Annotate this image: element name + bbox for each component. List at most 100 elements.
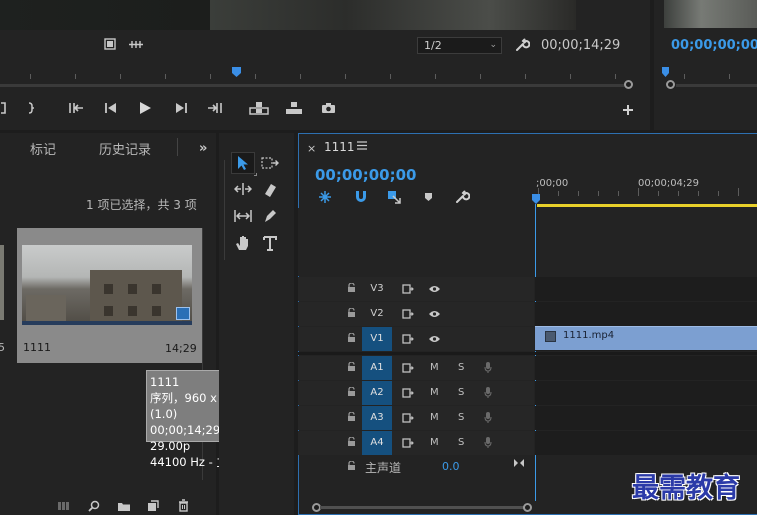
panel-overflow-icon[interactable]: » [199, 141, 207, 156]
lift-icon[interactable] [249, 101, 269, 115]
track-header-a3[interactable] [298, 406, 534, 430]
track-name-a3[interactable]: A3 [362, 406, 392, 430]
program-zoom-handle[interactable] [624, 80, 633, 89]
lock-icon[interactable] [347, 387, 356, 397]
tab-history[interactable]: 历史记录 [99, 139, 151, 158]
tab-menu-icon[interactable] [357, 141, 367, 150]
eye-icon[interactable] [428, 285, 441, 293]
project-item-left-thumbnail[interactable] [0, 245, 4, 320]
track-select-tool[interactable] [258, 152, 282, 174]
source-zoom-scrollbar[interactable] [676, 84, 757, 87]
go-to-in-icon[interactable] [68, 102, 84, 114]
tab-markers[interactable]: 标记 [30, 139, 56, 158]
go-to-edit-point-icon[interactable] [513, 458, 525, 468]
track-name-v3[interactable]: V3 [362, 277, 392, 301]
output-settings-icon[interactable] [128, 40, 144, 49]
step-back-icon[interactable] [104, 102, 118, 114]
solo-button[interactable]: S [458, 412, 464, 423]
track-content-a3[interactable] [535, 406, 757, 430]
work-area-bar[interactable] [537, 204, 757, 207]
source-zoom-handle[interactable] [666, 80, 675, 89]
mute-button[interactable]: M [430, 412, 439, 423]
wrench-icon[interactable] [515, 37, 530, 52]
track-name-a1[interactable]: A1 [362, 356, 392, 380]
lock-icon[interactable] [347, 437, 356, 447]
trash-icon[interactable] [178, 499, 189, 512]
extract-icon[interactable] [285, 101, 303, 115]
mute-button[interactable]: M [430, 362, 439, 373]
microphone-icon[interactable] [484, 436, 492, 449]
sync-lock-icon[interactable] [402, 388, 414, 398]
add-marker-icon[interactable] [424, 192, 433, 202]
sync-lock-icon[interactable] [402, 284, 414, 294]
sync-lock-icon[interactable] [402, 413, 414, 423]
pen-tool[interactable] [258, 205, 282, 227]
solo-button[interactable]: S [458, 362, 464, 373]
track-name-a2[interactable]: A2 [362, 381, 392, 405]
new-item-icon[interactable] [147, 500, 159, 512]
track-header-a4[interactable] [298, 431, 534, 455]
lock-icon[interactable] [347, 412, 356, 422]
microphone-icon[interactable] [484, 386, 492, 399]
track-content-a1[interactable] [535, 356, 757, 380]
type-tool[interactable] [258, 232, 282, 254]
camera-icon[interactable] [321, 102, 336, 114]
sync-lock-icon[interactable] [402, 309, 414, 319]
snap-magnet-icon[interactable] [354, 190, 368, 203]
track-name-v2[interactable]: V2 [362, 302, 392, 326]
eye-icon[interactable] [428, 335, 441, 343]
lock-icon[interactable] [347, 362, 356, 372]
track-content-a4[interactable] [535, 431, 757, 455]
track-name-a4[interactable]: A4 [362, 431, 392, 455]
ripple-edit-tool[interactable] [231, 178, 255, 200]
program-time-ruler[interactable] [0, 66, 650, 80]
playback-resolution-select[interactable]: 1/2 ⌄ [417, 37, 502, 54]
mute-button[interactable]: M [430, 387, 439, 398]
timeline-scroll-end-handle[interactable] [523, 503, 532, 512]
mute-button[interactable]: M [430, 437, 439, 448]
track-content-v3[interactable] [535, 277, 757, 301]
filmstrip-icon[interactable] [104, 38, 116, 50]
source-time-ruler[interactable] [654, 66, 757, 80]
automate-to-sequence-icon[interactable] [57, 501, 71, 511]
mark-out-icon[interactable] [0, 102, 8, 114]
sync-lock-icon[interactable] [402, 438, 414, 448]
step-forward-icon[interactable] [174, 102, 188, 114]
microphone-icon[interactable] [484, 361, 492, 374]
lock-icon[interactable] [347, 333, 356, 343]
lock-icon[interactable] [347, 283, 356, 293]
timeline-horizontal-scrollbar[interactable] [320, 506, 525, 509]
track-header-v1[interactable] [298, 327, 534, 351]
search-icon[interactable] [88, 500, 100, 512]
sequence-tab[interactable]: 1111 [324, 140, 355, 154]
selection-tool[interactable] [231, 152, 255, 174]
sync-lock-icon[interactable] [402, 363, 414, 373]
close-tab-icon[interactable]: × [307, 142, 316, 155]
master-volume-value[interactable]: 0.0 [442, 460, 460, 473]
lock-icon[interactable] [347, 461, 356, 471]
track-content-a2[interactable] [535, 381, 757, 405]
linked-selection-icon[interactable] [387, 190, 401, 204]
microphone-icon[interactable] [484, 411, 492, 424]
new-bin-icon[interactable] [117, 501, 131, 512]
program-zoom-scrollbar[interactable] [0, 84, 628, 87]
track-header-a2[interactable] [298, 381, 534, 405]
solo-button[interactable]: S [458, 387, 464, 398]
timeline-settings-wrench-icon[interactable] [455, 189, 470, 204]
slip-tool[interactable] [231, 205, 255, 227]
eye-icon[interactable] [428, 310, 441, 318]
play-icon[interactable] [139, 101, 152, 115]
track-header-v3[interactable] [298, 277, 534, 301]
mark-clip-icon[interactable] [27, 102, 35, 114]
razor-tool[interactable] [258, 178, 282, 200]
source-timecode[interactable]: 00;00;00;00 [671, 38, 757, 53]
track-content-v2[interactable] [535, 302, 757, 326]
sync-lock-icon[interactable] [402, 334, 414, 344]
track-name-v1[interactable]: V1 [362, 327, 392, 351]
solo-button[interactable]: S [458, 437, 464, 448]
hand-tool[interactable] [231, 232, 255, 254]
lock-icon[interactable] [347, 308, 356, 318]
add-button-icon[interactable] [622, 104, 634, 116]
go-to-out-icon[interactable] [207, 102, 223, 114]
track-header-a1[interactable] [298, 356, 534, 380]
